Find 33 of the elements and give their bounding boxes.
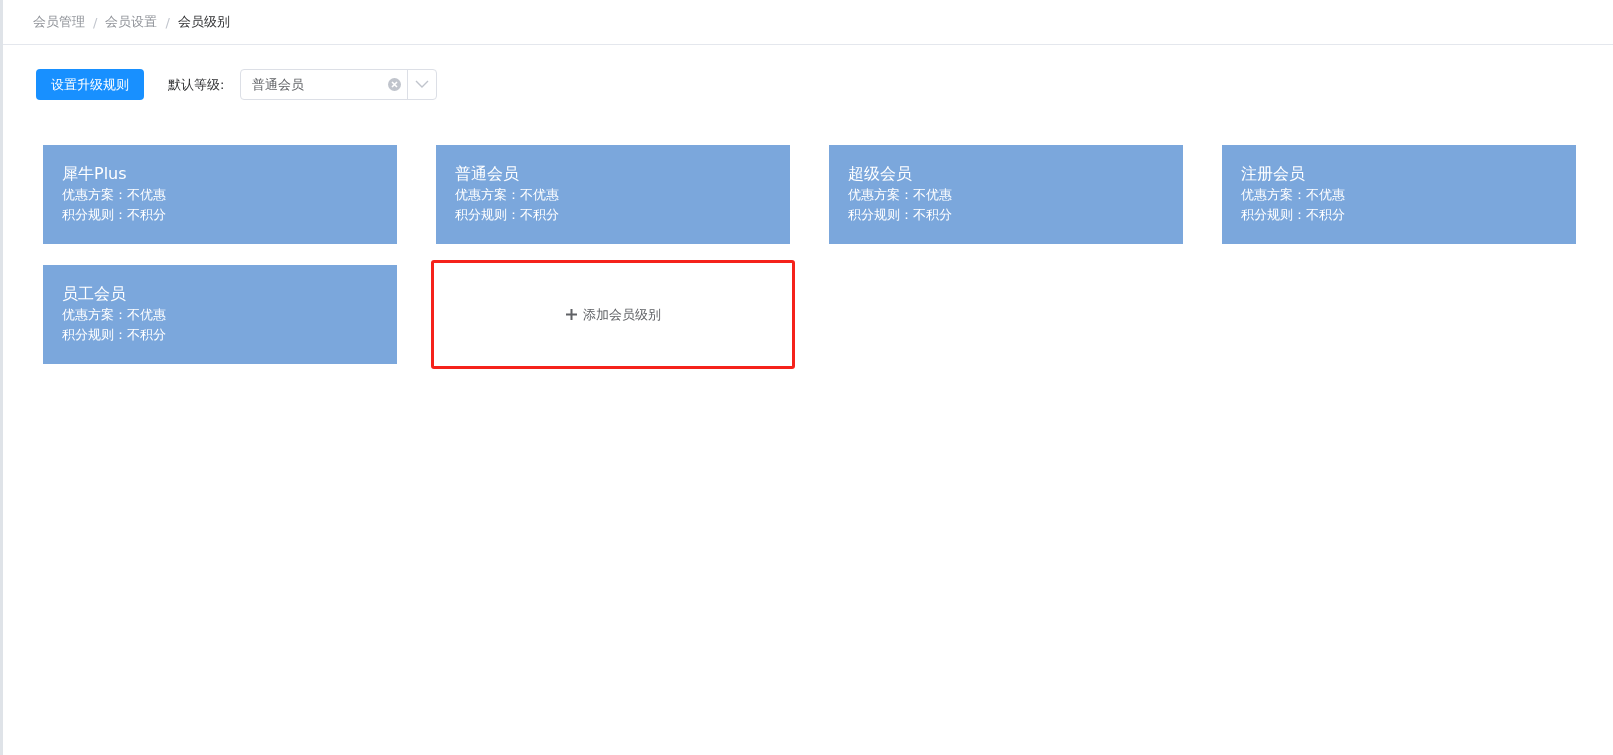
member-level-card[interactable]: 注册会员 优惠方案：不优惠 积分规则：不积分 bbox=[1222, 145, 1576, 244]
default-level-select[interactable]: 普通会员 bbox=[240, 69, 438, 100]
add-level-card[interactable]: 添加会员级别 bbox=[431, 260, 795, 369]
discount-text: 优惠方案：不优惠 bbox=[848, 186, 953, 204]
level-name: 犀牛Plus bbox=[62, 163, 128, 185]
level-name: 超级会员 bbox=[848, 163, 913, 185]
member-level-card[interactable]: 员工会员 优惠方案：不优惠 积分规则：不积分 bbox=[43, 265, 397, 364]
breadcrumb-separator: / bbox=[93, 14, 98, 30]
discount-text: 优惠方案：不优惠 bbox=[62, 306, 167, 324]
points-rule-text: 积分规则：不积分 bbox=[62, 206, 167, 224]
level-name: 普通会员 bbox=[455, 163, 520, 185]
clear-icon[interactable] bbox=[388, 78, 402, 91]
add-level-label: 添加会员级别 bbox=[582, 305, 661, 324]
chevron-down-icon[interactable] bbox=[415, 80, 430, 89]
level-name: 注册会员 bbox=[1241, 163, 1306, 185]
points-rule-text: 积分规则：不积分 bbox=[1241, 206, 1346, 224]
breadcrumb-current: 会员级别 bbox=[177, 13, 230, 31]
member-level-card[interactable]: 超级会员 优惠方案：不优惠 积分规则：不积分 bbox=[829, 145, 1183, 244]
default-level-label: 默认等级: bbox=[168, 75, 225, 94]
points-rule-text: 积分规则：不积分 bbox=[62, 326, 167, 344]
member-level-card[interactable]: 普通会员 优惠方案：不优惠 积分规则：不积分 bbox=[436, 145, 790, 244]
upgrade-rules-button[interactable]: 设置升级规则 bbox=[36, 69, 144, 100]
discount-text: 优惠方案：不优惠 bbox=[62, 186, 167, 204]
plus-icon bbox=[565, 309, 577, 320]
level-name: 员工会员 bbox=[62, 283, 127, 305]
breadcrumb-link[interactable]: 会员设置 bbox=[105, 13, 158, 31]
breadcrumb-link[interactable]: 会员管理 bbox=[33, 13, 85, 31]
breadcrumb-separator: / bbox=[165, 14, 170, 30]
member-level-card[interactable]: 犀牛Plus 优惠方案：不优惠 积分规则：不积分 bbox=[43, 145, 397, 244]
discount-text: 优惠方案：不优惠 bbox=[1241, 186, 1346, 204]
points-rule-text: 积分规则：不积分 bbox=[455, 206, 560, 224]
discount-text: 优惠方案：不优惠 bbox=[455, 186, 560, 204]
points-rule-text: 积分规则：不积分 bbox=[848, 206, 953, 224]
